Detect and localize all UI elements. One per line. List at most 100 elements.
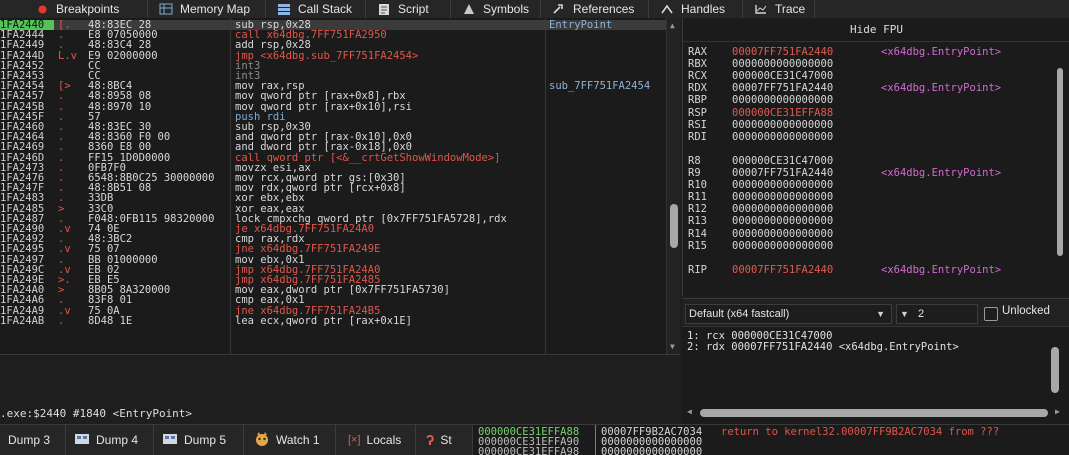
call-convention-value: Default (x64 fastcall) <box>689 308 790 320</box>
argument-row: 2: rdx 00007FF751FA2440 <x64dbg.EntryPoi… <box>687 341 959 353</box>
tab-label: Trace <box>775 2 806 16</box>
instruction-address: 1FA2483 <box>0 193 45 204</box>
instruction-address: 1FA2464 <box>0 132 45 143</box>
register-name: RDX <box>688 82 707 95</box>
register-name: RIP <box>688 263 707 276</box>
register-value: 0000000000000000 <box>732 191 834 204</box>
instruction-address: 1FA245B <box>0 101 45 112</box>
info-pane: .exe:$2440 #1840 <EntryPoint> <box>0 354 680 424</box>
registers-scrollbar[interactable] <box>1055 58 1065 270</box>
instruction-address: 1FA246D <box>0 152 45 163</box>
instruction-address: 1FA249E <box>0 275 45 286</box>
instruction-address: 1FA2452 <box>0 60 45 71</box>
arguments-horizontal-scrollbar[interactable] <box>700 409 1048 417</box>
tab-trace[interactable]: Trace <box>743 0 815 18</box>
instruction-address: 1FA2473 <box>0 162 45 173</box>
hide-fpu-button[interactable]: Hide FPU <box>683 18 1069 42</box>
instruction-address: 1FA2454 <box>0 81 45 92</box>
locals-icon: [×] <box>348 434 361 446</box>
register-value: 00007FF751FA2440 <box>732 46 834 58</box>
instruction-address: 1FA2457 <box>0 91 45 102</box>
scroll-down-icon[interactable]: ▼ <box>670 342 675 351</box>
tab-dump-3[interactable]: Dump 3 <box>0 425 66 455</box>
instruction-address: 1FA24A6 <box>0 295 45 306</box>
arguments-list[interactable]: 1: rcx 000000CE31C47000 2: rdx 00007FF75… <box>682 326 1069 424</box>
register-value: 0000000000000000 <box>732 58 834 71</box>
tab-label: Locals <box>366 433 402 447</box>
tab-dump-4[interactable]: Dump 4 <box>66 425 154 455</box>
unlocked-label: Unlocked <box>1002 305 1050 317</box>
register-name: RBP <box>688 94 707 107</box>
scroll-up-icon[interactable]: ▲ <box>670 21 675 30</box>
register-name: RBX <box>688 58 707 71</box>
tab-script[interactable]: Script <box>366 0 451 18</box>
instruction-address: 1FA2487 <box>0 213 45 224</box>
bottom-tab-bar: Dump 3 Dump 4 Dump 5 Watch 1 [×] Locals … <box>0 424 472 455</box>
tab-memory-map[interactable]: Memory Map <box>148 0 266 18</box>
register-name: R14 <box>688 227 707 240</box>
instruction-address: 1FA2453 <box>0 71 45 82</box>
instruction-address: 1FA2444 <box>0 30 45 41</box>
register-name: RDI <box>688 130 707 143</box>
disassembly-row[interactable]: 1FA24AB. 8D48 1E lea ecx,qword ptr [rax+0x… <box>0 315 666 326</box>
register-symbol: <x64dbg.EntryPoint> <box>881 46 1002 58</box>
instruction-address: 1FA249C <box>0 264 45 275</box>
register-name: RCX <box>688 70 707 83</box>
register-value: 000000CE31C47000 <box>732 70 834 83</box>
breakpoint-icon <box>34 2 50 16</box>
unlocked-checkbox[interactable] <box>984 307 998 321</box>
symbols-icon <box>461 2 477 16</box>
instruction-text: jmp <x64dbg.sub_7FF751FA2454> <box>235 49 419 62</box>
instruction-address: 1FA244D <box>0 50 45 61</box>
stack-view[interactable]: 000000CE31EFFA88 00007FF9B2AC7034 return t… <box>472 424 1069 455</box>
scrollbar-thumb[interactable] <box>1057 68 1063 256</box>
tab-call-stack[interactable]: Call Stack <box>266 0 366 18</box>
jump-gutter: L.v <box>58 49 77 62</box>
handles-icon <box>659 2 675 16</box>
tab-handles[interactable]: Handles <box>649 0 743 18</box>
stack-row[interactable]: 000000CE31EFFA98 0000000000000000 <box>473 447 1069 455</box>
tab-symbols[interactable]: Symbols <box>451 0 541 18</box>
top-tab-bar: Breakpoints Memory Map Call Stack Script… <box>0 0 1069 18</box>
instruction-address: 1FA2495 <box>0 244 45 255</box>
scrollbar-thumb[interactable] <box>670 204 678 248</box>
call-convention-bar: Default (x64 fastcall) ▼ ▼ 2 Unlocked <box>682 298 1069 326</box>
instruction-address: 1FA2440 <box>0 20 54 31</box>
chevron-down-icon: ▼ <box>876 309 885 319</box>
stack-value: 0000000000000000 <box>601 446 703 455</box>
register-name: RSP <box>688 106 707 119</box>
arg-count-select[interactable]: ▼ 2 <box>896 304 978 324</box>
instruction-text: int3 <box>235 59 261 72</box>
instruction-address: 1FA2476 <box>0 173 45 184</box>
dump-icon <box>74 433 90 448</box>
scroll-right-icon[interactable]: ▶ <box>1055 407 1060 416</box>
register-value: 000000CE31EFFA88 <box>732 106 834 119</box>
register-value: 000000CE31C47000 <box>732 154 834 167</box>
arguments-vertical-scrollbar[interactable] <box>1051 347 1059 393</box>
instruction-comment: sub_7FF751FA2454 <box>549 80 651 93</box>
instruction-address: 1FA2497 <box>0 254 45 265</box>
tab-locals[interactable]: [×] Locals <box>336 425 416 455</box>
tab-label: Script <box>398 2 429 16</box>
tab-dump-5[interactable]: Dump 5 <box>154 425 244 455</box>
tab-breakpoints[interactable]: Breakpoints <box>0 0 148 18</box>
instruction-bytes: CC <box>88 59 101 72</box>
instruction-address: 1FA2492 <box>0 234 45 245</box>
tab-label: St <box>440 433 452 447</box>
disassembly-scrollbar[interactable]: ▲ ▼ <box>666 18 680 354</box>
register-name: R13 <box>688 215 707 228</box>
tab-references[interactable]: References <box>541 0 649 18</box>
call-convention-select[interactable]: Default (x64 fastcall) ▼ <box>685 304 892 324</box>
disassembly-view[interactable]: 1FA2440 [. 48:83EC 28 sub rsp,0x28 EntryPoin… <box>0 18 666 354</box>
register-value: 0000000000000000 <box>732 118 834 131</box>
instruction-comment: EntryPoint <box>549 19 613 31</box>
scroll-left-icon[interactable]: ◀ <box>687 407 692 416</box>
register-value: 0000000000000000 <box>732 179 834 192</box>
tab-struct[interactable]: ʔ St <box>416 425 472 455</box>
instruction-address: 1FA24A9 <box>0 305 45 316</box>
instruction-address: 1FA2485 <box>0 203 45 214</box>
tab-watch-1[interactable]: Watch 1 <box>244 425 336 455</box>
info-line: .exe:$2440 #1840 <EntryPoint> <box>0 407 193 420</box>
tab-label: Breakpoints <box>56 2 120 16</box>
register-symbol: <x64dbg.EntryPoint> <box>881 167 1002 179</box>
